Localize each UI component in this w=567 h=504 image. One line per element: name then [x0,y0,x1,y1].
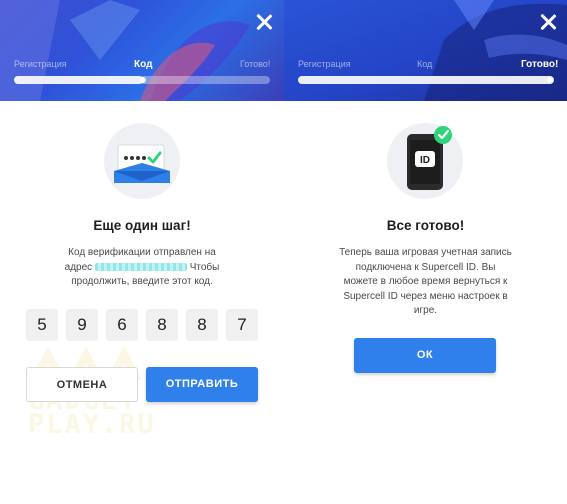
verify-code-panel: Регистрация Код Готово! Еще один шаг! Ко… [0,0,284,504]
success-line: игре. [413,305,438,316]
step-done: Готово! [521,59,559,70]
progress-fill [298,76,554,84]
success-panel: Регистрация Код Готово! ID Все готово! Т… [284,0,567,504]
code-digit-1[interactable]: 5 [26,309,58,341]
id-badge-text: ID [420,155,430,166]
phone-icon: ID [407,126,452,190]
progress-fill [14,76,143,84]
step-code: Код [134,59,153,70]
progress-track [14,76,270,84]
step-registration: Регистрация [298,59,351,69]
code-digit-6[interactable]: 7 [226,309,258,341]
close-button[interactable] [254,12,274,32]
page-title: Все готово! [386,218,465,233]
ok-button[interactable]: ОК [354,338,496,373]
instructions-line: Код верификации отправлен на [68,247,216,258]
envelope-icon [114,144,170,183]
header-banner: Регистрация Код Готово! [0,0,284,101]
step-registration: Регистрация [14,59,67,69]
watermark-logo: GADGET PLAY.RU [28,340,168,470]
header-artwork [424,0,567,101]
success-line: Supercell ID через меню настроек в [343,290,508,302]
instructions-line: продолжить, введите этот код. [71,276,213,287]
progress-marker [140,77,146,83]
page-title: Еще один шаг! [93,218,191,233]
code-digit-2[interactable]: 9 [66,309,98,341]
header-banner: Регистрация Код Готово! [284,0,567,101]
email-illustration [104,123,180,199]
code-digit-4[interactable]: 8 [146,309,178,341]
address-suffix: Чтобы [189,261,220,273]
instructions-text: Код верификации отправлен на адрес Чтобы… [40,246,244,290]
success-line: подключена к Supercell ID. Вы [355,261,496,273]
watermark-line: PLAY.RU [28,409,156,440]
success-line: можете в любое время вернуться к [343,276,508,287]
success-text: Теперь ваша игровая учетная запись подкл… [324,246,527,319]
progress-marker [547,77,553,83]
address-prefix: адрес [64,261,93,273]
step-code: Код [417,59,433,69]
close-button[interactable] [538,12,558,32]
redacted-email [94,262,187,271]
step-done: Готово! [240,59,271,69]
instructions-line: адрес Чтобы [40,261,244,276]
header-artwork [0,0,250,101]
phone-illustration: ID [387,123,463,199]
progress-track [298,76,554,84]
code-digit-5[interactable]: 8 [186,309,218,341]
code-digit-3[interactable]: 6 [106,309,138,341]
submit-button[interactable]: ОТПРАВИТЬ [146,367,258,402]
success-line: Теперь ваша игровая учетная запись [339,247,512,258]
cancel-button[interactable]: ОТМЕНА [26,367,138,402]
